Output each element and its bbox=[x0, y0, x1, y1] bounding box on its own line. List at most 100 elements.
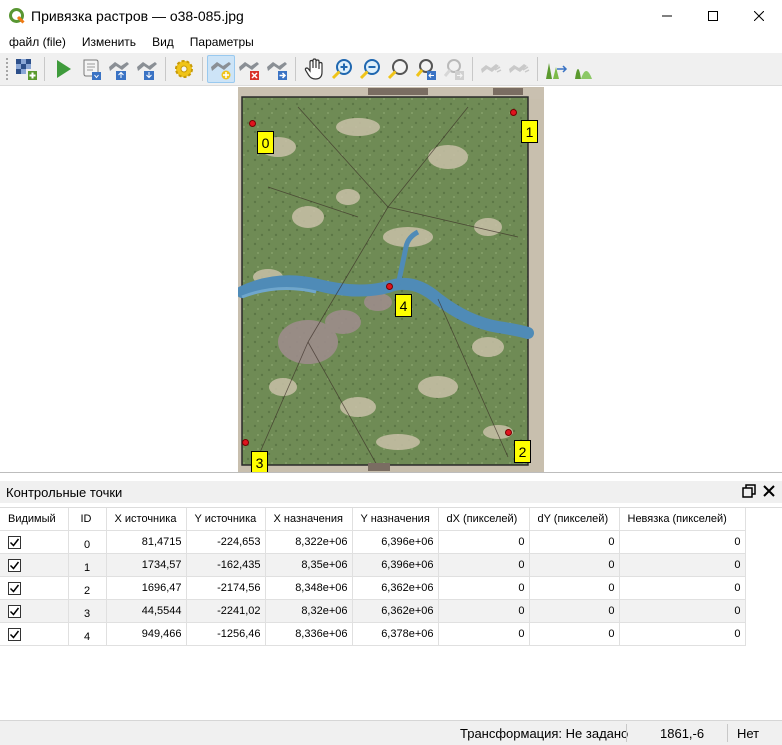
src-y-cell[interactable]: -162,435 bbox=[186, 553, 266, 577]
link-qgis-to-georef-icon bbox=[509, 64, 530, 73]
gcp-table: Видимый ID X источника Y источника X наз… bbox=[0, 508, 746, 646]
generate-gdal-script-button[interactable] bbox=[77, 55, 105, 83]
dst-y-cell[interactable]: 6,378e+06 bbox=[352, 622, 439, 646]
menu-edit[interactable]: Изменить bbox=[74, 35, 144, 49]
src-y-cell[interactable]: -1256,46 bbox=[186, 622, 266, 646]
dst-x-cell[interactable]: 8,348e+06 bbox=[265, 576, 353, 600]
src-x-cell[interactable]: 949,466 bbox=[106, 622, 187, 646]
dst-y-cell[interactable]: 6,362e+06 bbox=[352, 576, 439, 600]
visible-checkbox[interactable] bbox=[8, 605, 21, 618]
dst-x-cell[interactable]: 8,35e+06 bbox=[265, 553, 353, 577]
minimize-button[interactable] bbox=[644, 0, 690, 32]
dst-x-cell[interactable]: 8,32e+06 bbox=[265, 599, 353, 623]
open-raster-icon bbox=[16, 59, 37, 80]
column-header-dst-y[interactable]: Y назначения bbox=[352, 508, 439, 531]
qgis-logo-icon bbox=[9, 8, 25, 24]
menu-view[interactable]: Вид bbox=[144, 35, 182, 49]
undock-icon[interactable] bbox=[742, 484, 756, 498]
move-point-icon bbox=[267, 62, 287, 80]
column-header-residual[interactable]: Невязка (пикселей) bbox=[619, 508, 746, 531]
table-row[interactable]: 2 1696,47 -2174,56 8,348e+06 6,362e+06 0… bbox=[0, 576, 746, 600]
src-y-cell[interactable]: -2241,02 bbox=[186, 599, 266, 623]
gcp-point-4[interactable] bbox=[386, 283, 393, 290]
visible-checkbox[interactable] bbox=[8, 536, 21, 549]
gcp-point-1[interactable] bbox=[510, 109, 517, 116]
zoom-in-button[interactable] bbox=[328, 55, 356, 83]
src-y-cell[interactable]: -224,653 bbox=[186, 530, 266, 554]
delete-point-icon bbox=[239, 62, 259, 80]
toolbar-grip[interactable] bbox=[5, 57, 9, 81]
src-x-cell[interactable]: 1734,57 bbox=[106, 553, 187, 577]
status-separator bbox=[727, 724, 728, 742]
gcp-point-2[interactable] bbox=[505, 429, 512, 436]
visible-checkbox[interactable] bbox=[8, 559, 21, 572]
column-header-id[interactable]: ID bbox=[68, 508, 107, 531]
src-y-cell[interactable]: -2174,56 bbox=[186, 576, 266, 600]
column-header-dst-x[interactable]: X назначения bbox=[265, 508, 353, 531]
zoom-next-icon bbox=[443, 59, 464, 80]
map-canvas[interactable]: 0 1 2 3 4 bbox=[0, 87, 782, 473]
add-point-button[interactable] bbox=[207, 55, 235, 83]
gcp-point-3[interactable] bbox=[242, 439, 249, 446]
transformation-status: Трансформация: Не задано bbox=[460, 726, 629, 741]
src-x-cell[interactable]: 81,4715 bbox=[106, 530, 187, 554]
dy-cell: 0 bbox=[529, 553, 620, 577]
zoom-last-icon bbox=[415, 59, 436, 80]
gcp-point-0[interactable] bbox=[249, 120, 256, 127]
menu-settings[interactable]: Параметры bbox=[182, 35, 262, 49]
start-georeferencing-icon bbox=[57, 60, 71, 78]
checkmark-icon bbox=[9, 630, 20, 639]
table-row[interactable]: 4 949,466 -1256,46 8,336e+06 6,378e+06 0… bbox=[0, 622, 746, 646]
save-gcp-button[interactable] bbox=[133, 55, 161, 83]
transformation-settings-button[interactable] bbox=[170, 55, 198, 83]
load-gcp-button[interactable] bbox=[105, 55, 133, 83]
column-header-visible[interactable]: Видимый bbox=[0, 508, 69, 531]
dst-y-cell[interactable]: 6,362e+06 bbox=[352, 599, 439, 623]
toolbar-separator bbox=[44, 57, 45, 81]
column-header-src-x[interactable]: X источника bbox=[106, 508, 187, 531]
src-x-cell[interactable]: 44,5544 bbox=[106, 599, 187, 623]
gcp-panel-title: Контрольные точки bbox=[6, 484, 123, 500]
visible-checkbox[interactable] bbox=[8, 582, 21, 595]
dx-cell: 0 bbox=[438, 553, 530, 577]
close-button[interactable] bbox=[736, 0, 782, 32]
toolbar-separator bbox=[165, 57, 166, 81]
raster-map-image[interactable] bbox=[238, 87, 544, 473]
full-histogram-stretch-button[interactable] bbox=[542, 55, 570, 83]
table-row[interactable]: 0 81,4715 -224,653 8,322e+06 6,396e+06 0… bbox=[0, 530, 746, 554]
local-histogram-stretch-button[interactable] bbox=[570, 55, 598, 83]
dst-x-cell[interactable]: 8,336e+06 bbox=[265, 622, 353, 646]
visible-cell bbox=[0, 576, 69, 600]
start-georeferencing-button[interactable] bbox=[49, 55, 77, 83]
link-qgis-to-georef-button[interactable] bbox=[505, 55, 533, 83]
dst-x-cell[interactable]: 8,322e+06 bbox=[265, 530, 353, 554]
zoom-out-button[interactable] bbox=[356, 55, 384, 83]
dst-y-cell[interactable]: 6,396e+06 bbox=[352, 530, 439, 554]
src-x-cell[interactable]: 1696,47 bbox=[106, 576, 187, 600]
id-cell: 0 bbox=[68, 530, 107, 554]
zoom-to-layer-button[interactable] bbox=[384, 55, 412, 83]
menu-file[interactable]: файл (file) bbox=[0, 35, 74, 49]
toolbar-separator bbox=[202, 57, 203, 81]
delete-point-button[interactable] bbox=[235, 55, 263, 83]
crs-status[interactable]: Нет bbox=[737, 726, 759, 741]
close-panel-icon[interactable] bbox=[762, 484, 776, 498]
table-row[interactable]: 3 44,5544 -2241,02 8,32e+06 6,362e+06 0 … bbox=[0, 599, 746, 623]
dy-cell: 0 bbox=[529, 622, 620, 646]
move-point-button[interactable] bbox=[263, 55, 291, 83]
dst-y-cell[interactable]: 6,396e+06 bbox=[352, 553, 439, 577]
visible-checkbox[interactable] bbox=[8, 628, 21, 641]
open-raster-button[interactable] bbox=[12, 55, 40, 83]
dx-cell: 0 bbox=[438, 576, 530, 600]
pan-button[interactable] bbox=[300, 55, 328, 83]
link-georef-to-qgis-button[interactable] bbox=[477, 55, 505, 83]
zoom-last-button[interactable] bbox=[412, 55, 440, 83]
maximize-button[interactable] bbox=[690, 0, 736, 32]
zoom-next-button[interactable] bbox=[440, 55, 468, 83]
table-row[interactable]: 1 1734,57 -162,435 8,35e+06 6,396e+06 0 … bbox=[0, 553, 746, 577]
full-histogram-stretch-icon bbox=[546, 63, 568, 79]
column-header-dx[interactable]: dX (пикселей) bbox=[438, 508, 530, 531]
column-header-src-y[interactable]: Y источника bbox=[186, 508, 266, 531]
column-header-dy[interactable]: dY (пикселей) bbox=[529, 508, 620, 531]
generate-gdal-script-icon bbox=[83, 59, 101, 80]
